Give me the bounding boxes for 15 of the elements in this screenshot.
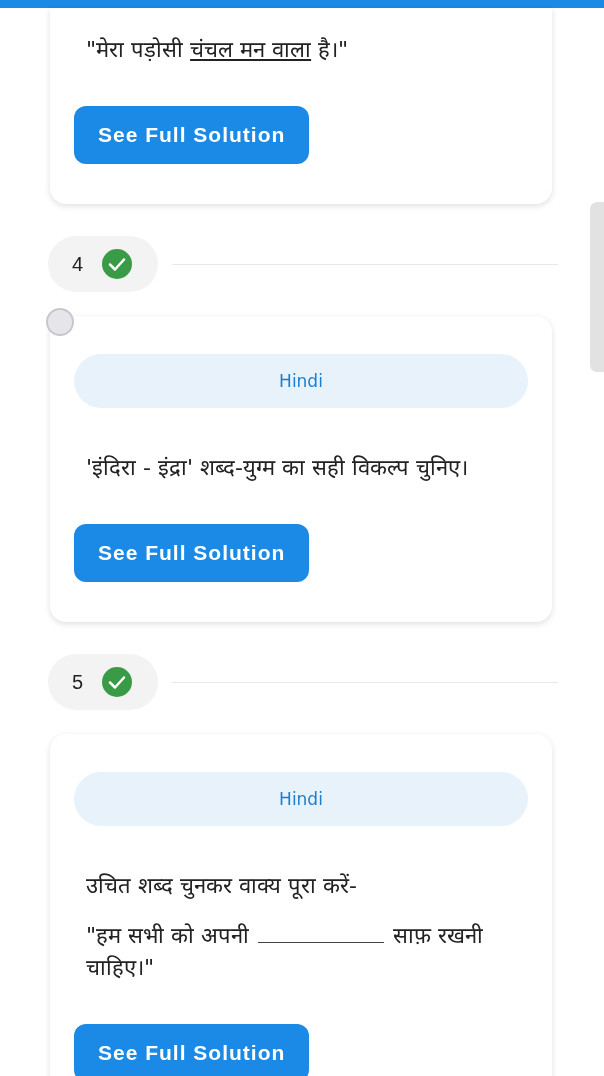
- see-full-solution-button[interactable]: See Full Solution: [74, 106, 310, 164]
- question-text: 'इंदिरा - इंद्रा' शब्द-युग्म का सही विकल्प चुनिए।: [86, 454, 468, 483]
- check-circle-icon: [101, 666, 134, 698]
- radio-button[interactable]: [46, 308, 74, 336]
- subject-tag: Hindi: [74, 772, 528, 826]
- question-text: उचित शब्द चुनकर वाक्य पूरा करें-: [86, 872, 357, 901]
- scrollbar[interactable]: [590, 202, 604, 372]
- question-number: 4: [72, 252, 84, 276]
- question-text: "हम सभी को अपनी साफ़ रखनी चाहिए।": [86, 920, 485, 982]
- check-circle-icon: [101, 248, 134, 280]
- question-number: 5: [72, 670, 84, 694]
- question-text: "मेरा पड़ोसी चंचल मन वाला है।": [86, 36, 349, 64]
- see-full-solution-button[interactable]: See Full Solution: [74, 524, 310, 582]
- subject-tag: Hindi: [74, 354, 528, 408]
- see-full-solution-button[interactable]: See Full Solution: [74, 1024, 310, 1076]
